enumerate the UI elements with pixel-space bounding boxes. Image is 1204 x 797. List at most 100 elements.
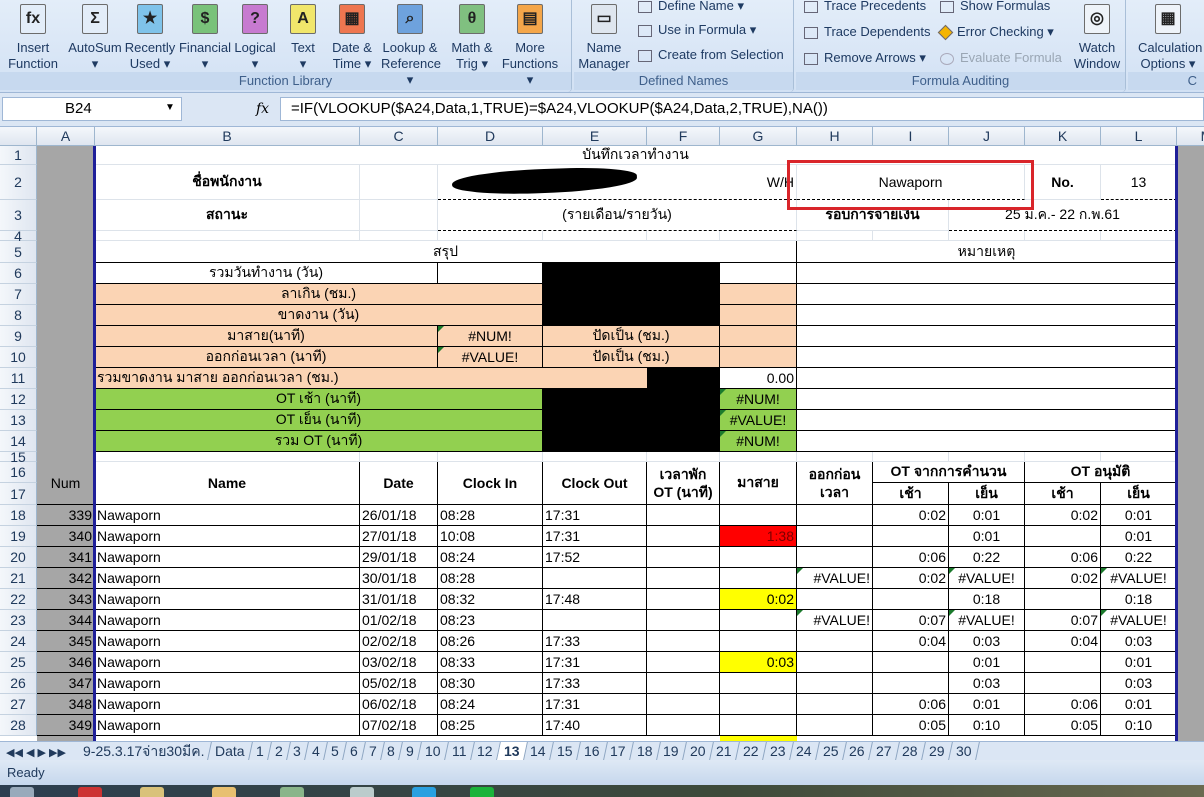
row-header[interactable]: 22 bbox=[0, 589, 37, 610]
record-cell[interactable]: 0:06 bbox=[1025, 694, 1101, 715]
cell-G7[interactable] bbox=[720, 284, 797, 305]
cell-K17[interactable]: เช้า bbox=[1025, 483, 1101, 505]
row-number[interactable]: 345 bbox=[37, 631, 95, 652]
record-cell[interactable]: #VALUE! bbox=[797, 568, 873, 589]
record-cell[interactable]: 0:07 bbox=[1025, 610, 1101, 631]
cell-F16[interactable]: เวลาพัก OT (นาที) bbox=[647, 462, 720, 505]
cell-B5[interactable]: สรุป bbox=[95, 241, 797, 263]
record-cell[interactable] bbox=[647, 652, 720, 673]
record-cell[interactable]: 0:01 bbox=[1101, 505, 1177, 526]
cell-G9[interactable] bbox=[720, 326, 797, 347]
grid-cell[interactable] bbox=[873, 452, 949, 462]
record-cell[interactable] bbox=[797, 715, 873, 736]
record-cell[interactable]: 0:06 bbox=[1025, 547, 1101, 568]
row-number[interactable]: 349 bbox=[37, 715, 95, 736]
grid-cell[interactable] bbox=[949, 452, 1025, 462]
record-cell[interactable] bbox=[647, 568, 720, 589]
record-cell[interactable]: 0:03 bbox=[1101, 631, 1177, 652]
select-all-corner[interactable] bbox=[0, 127, 37, 146]
record-cell[interactable] bbox=[873, 673, 949, 694]
cell-H13[interactable] bbox=[797, 410, 1177, 431]
record-cell[interactable]: Nawaporn bbox=[95, 715, 360, 736]
record-cell[interactable]: 0:01 bbox=[1101, 526, 1177, 547]
record-cell[interactable]: 08:30 bbox=[438, 673, 543, 694]
ribbon-button[interactable]: ▦ Calculation Options ▾ bbox=[1138, 0, 1202, 72]
row-header[interactable]: 8 bbox=[0, 305, 37, 326]
sheet-tab[interactable]: 19 bbox=[656, 742, 687, 760]
column-header[interactable]: L bbox=[1101, 127, 1177, 146]
record-cell[interactable] bbox=[720, 568, 797, 589]
cell-G13[interactable]: #VALUE! bbox=[720, 410, 797, 431]
row-number[interactable]: 342 bbox=[37, 568, 95, 589]
grid-cell[interactable] bbox=[1025, 452, 1101, 462]
excel-icon[interactable] bbox=[280, 787, 304, 797]
record-cell[interactable] bbox=[797, 505, 873, 526]
record-cell[interactable] bbox=[647, 715, 720, 736]
record-cell[interactable]: 08:26 bbox=[438, 631, 543, 652]
grid-cell[interactable] bbox=[720, 231, 797, 241]
grid-cell[interactable] bbox=[438, 452, 543, 462]
cell-E6[interactable] bbox=[543, 263, 720, 326]
record-cell[interactable]: Nawaporn bbox=[95, 694, 360, 715]
app-icon[interactable] bbox=[212, 787, 236, 797]
row-number[interactable]: 346 bbox=[37, 652, 95, 673]
record-cell[interactable]: 17:33 bbox=[543, 673, 647, 694]
row-header[interactable]: 1 bbox=[0, 146, 37, 165]
row-header[interactable]: 15 bbox=[0, 449, 37, 465]
cell-G11[interactable]: 0.00 bbox=[720, 368, 797, 389]
trace-precedents-button[interactable]: Trace Precedents bbox=[804, 0, 926, 13]
record-cell[interactable]: 0:10 bbox=[1101, 715, 1177, 736]
grid-cell[interactable] bbox=[438, 231, 543, 241]
record-cell[interactable]: 17:31 bbox=[543, 652, 647, 673]
cell-I16[interactable]: OT จากการคำนวน bbox=[873, 462, 1025, 483]
grid-cell[interactable] bbox=[95, 231, 360, 241]
record-cell[interactable] bbox=[720, 694, 797, 715]
record-cell[interactable]: 0:03 bbox=[1101, 673, 1177, 694]
record-cell[interactable]: 17:31 bbox=[543, 526, 647, 547]
sheet-tab[interactable]: 29 bbox=[922, 742, 953, 760]
record-cell[interactable] bbox=[720, 715, 797, 736]
browser-icon[interactable] bbox=[78, 787, 102, 797]
formula-input[interactable]: =IF(VLOOKUP($A24,Data,1,TRUE)=$A24,VLOOK… bbox=[280, 97, 1204, 121]
column-header[interactable]: F bbox=[647, 127, 720, 146]
sheet-tab[interactable]: 21 bbox=[709, 742, 740, 760]
record-cell[interactable]: 17:33 bbox=[543, 631, 647, 652]
ribbon-button[interactable]: θ Math & Trig ▾ bbox=[443, 0, 501, 72]
grid-cell[interactable] bbox=[1101, 452, 1177, 462]
cell-B7[interactable]: ลาเกิน (ชม.) bbox=[95, 284, 543, 305]
row-header[interactable]: 17 bbox=[0, 483, 37, 505]
record-cell[interactable]: 17:40 bbox=[543, 715, 647, 736]
worksheet-grid[interactable]: ABCDEFGHIJKLM123456789101112131415161718… bbox=[0, 127, 1204, 741]
cell-G6[interactable] bbox=[720, 263, 797, 284]
cell-D9[interactable]: #NUM! bbox=[438, 326, 543, 347]
record-cell[interactable]: 0:01 bbox=[1101, 694, 1177, 715]
grid-cell[interactable] bbox=[360, 231, 438, 241]
row-header[interactable]: 24 bbox=[0, 631, 37, 652]
row-header[interactable]: 4 bbox=[0, 228, 37, 244]
record-cell[interactable] bbox=[647, 547, 720, 568]
error-checking-button[interactable]: Error Checking ▾ bbox=[937, 24, 1054, 41]
record-cell[interactable]: 0:06 bbox=[873, 547, 949, 568]
column-header[interactable]: A bbox=[37, 127, 95, 146]
app-icon[interactable] bbox=[350, 787, 374, 797]
record-cell[interactable]: Nawaporn bbox=[95, 673, 360, 694]
record-cell[interactable]: 0:01 bbox=[949, 652, 1025, 673]
row-number[interactable]: 347 bbox=[37, 673, 95, 694]
row-header[interactable]: 23 bbox=[0, 610, 37, 631]
row-header[interactable]: 28 bbox=[0, 715, 37, 736]
record-cell[interactable]: 0:07 bbox=[873, 610, 949, 631]
record-cell[interactable]: 0:18 bbox=[949, 589, 1025, 610]
column-header[interactable]: M bbox=[1177, 127, 1204, 146]
cell-B3[interactable]: สถานะ bbox=[95, 200, 360, 231]
record-cell[interactable]: 08:32 bbox=[438, 589, 543, 610]
sheet-tab[interactable]: 14 bbox=[523, 742, 554, 760]
chevron-down-icon[interactable]: ▼ bbox=[165, 102, 175, 113]
record-cell[interactable]: Nawaporn bbox=[95, 526, 360, 547]
row-header[interactable]: 19 bbox=[0, 526, 37, 547]
record-cell[interactable] bbox=[720, 673, 797, 694]
record-cell[interactable] bbox=[543, 568, 647, 589]
record-cell[interactable]: 03/02/18 bbox=[360, 652, 438, 673]
record-cell[interactable]: 29/01/18 bbox=[360, 547, 438, 568]
record-cell[interactable]: Nawaporn bbox=[95, 547, 360, 568]
record-cell[interactable]: 26/01/18 bbox=[360, 505, 438, 526]
